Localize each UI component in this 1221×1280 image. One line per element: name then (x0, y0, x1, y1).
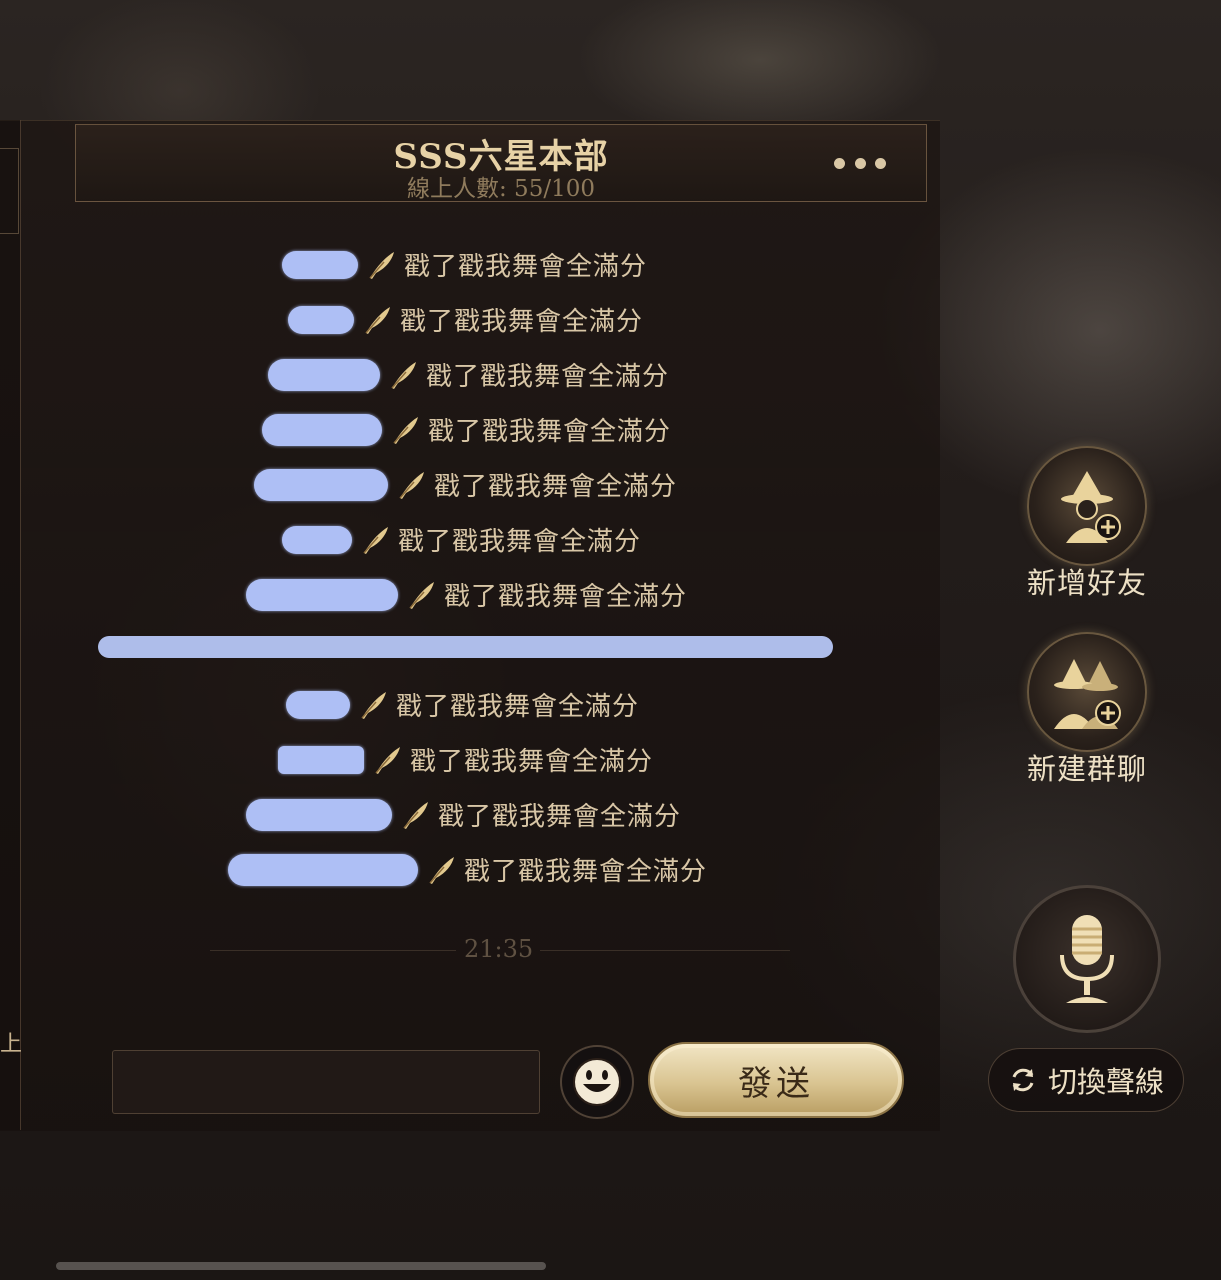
send-button[interactable]: 發送 (648, 1042, 904, 1118)
quill-icon (393, 416, 418, 444)
new-group-button[interactable] (1027, 632, 1147, 752)
quill-icon (403, 801, 428, 829)
message-text: 戳了戳我舞會全滿分 (396, 692, 640, 722)
chat-message: 戳了戳我舞會全滿分 (268, 356, 669, 393)
switch-voice-label: 切換聲線 (1047, 1065, 1164, 1099)
message-text: 戳了戳我舞會全滿分 (426, 362, 670, 392)
message-text: 戳了戳我舞會全滿分 (438, 802, 682, 832)
message-text: 戳了戳我舞會全滿分 (410, 747, 654, 777)
quill-icon (369, 251, 394, 279)
chat-message: 戳了戳我舞會全滿分 (254, 466, 677, 503)
chat-message: 戳了戳我舞會全滿分 (246, 796, 681, 833)
group-add-icon (1054, 659, 1121, 729)
add-friend-button[interactable] (1027, 446, 1147, 566)
redacted-message-line (98, 636, 833, 658)
redacted-username (254, 468, 388, 501)
online-count: 線上人數: 55/100 (407, 176, 595, 202)
redacted-username (246, 798, 392, 831)
left-side-panel-edge (0, 120, 21, 1130)
chat-message: 戳了戳我舞會全滿分 (282, 521, 641, 558)
redacted-username (286, 690, 350, 719)
message-text: 戳了戳我舞會全滿分 (434, 472, 678, 502)
new-group-label[interactable]: 新建群聊 (1002, 746, 1172, 788)
redacted-username (268, 358, 380, 391)
message-text: 戳了戳我舞會全滿分 (428, 417, 672, 447)
quill-icon (365, 306, 390, 334)
chat-message: 戳了戳我舞會全滿分 (262, 411, 671, 448)
redacted-username (282, 250, 358, 279)
redacted-username (282, 525, 352, 554)
add-friend-label[interactable]: 新增好友 (1002, 560, 1172, 602)
quill-icon (361, 691, 386, 719)
message-text: 戳了戳我舞會全滿分 (444, 582, 688, 612)
quill-icon (375, 746, 400, 774)
home-indicator[interactable] (56, 1262, 546, 1270)
smiley-icon (573, 1058, 621, 1106)
chat-message: 戳了戳我舞會全滿分 (288, 301, 643, 338)
redacted-username (246, 578, 398, 611)
refresh-icon (1012, 1068, 1034, 1092)
redacted-username (288, 305, 354, 334)
message-input[interactable] (112, 1050, 540, 1114)
emoji-button[interactable] (560, 1045, 634, 1119)
wizard-add-icon (1061, 471, 1121, 543)
more-options-icon[interactable] (834, 155, 886, 171)
message-text: 戳了戳我舞會全滿分 (464, 857, 708, 887)
quill-icon (399, 471, 424, 499)
quill-icon (429, 856, 454, 884)
microphone-icon (1060, 915, 1114, 1003)
quill-icon (391, 361, 416, 389)
chat-header: SSS六星本部 線上人數: 55/100 (75, 124, 927, 202)
chat-message: 戳了戳我舞會全滿分 (286, 686, 639, 723)
redacted-username (278, 745, 364, 774)
left-panel-tab[interactable] (0, 148, 19, 234)
redacted-username (262, 413, 382, 446)
message-text: 戳了戳我舞會全滿分 (404, 252, 648, 282)
chat-message: 戳了戳我舞會全滿分 (228, 851, 707, 888)
message-text: 戳了戳我舞會全滿分 (400, 307, 644, 337)
chat-message: 戳了戳我舞會全滿分 (282, 246, 647, 283)
timestamp: 21:35 (464, 935, 534, 963)
switch-voice-button[interactable]: 切換聲線 (988, 1048, 1184, 1112)
chat-message: 戳了戳我舞會全滿分 (246, 576, 687, 613)
chat-message: 戳了戳我舞會全滿分 (278, 741, 653, 778)
left-panel-text: 上 (0, 1032, 23, 1057)
send-button-label: 發送 (738, 1063, 814, 1104)
message-text: 戳了戳我舞會全滿分 (398, 527, 642, 557)
quill-icon (363, 526, 388, 554)
redacted-username (228, 853, 418, 886)
quill-icon (409, 581, 434, 609)
timestamp-divider: 21:35 (210, 935, 790, 965)
voice-mic-button[interactable] (1013, 885, 1161, 1033)
